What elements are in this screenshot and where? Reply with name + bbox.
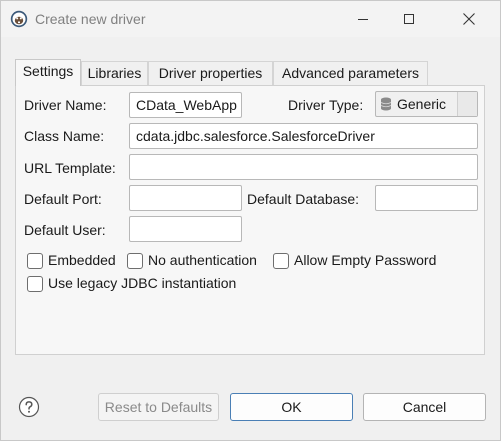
- class-name-input[interactable]: cdata.jdbc.salesforce.SalesforceDriver: [129, 123, 478, 149]
- driver-type-value: Generic: [397, 96, 447, 112]
- reset-to-defaults-button[interactable]: Reset to Defaults: [98, 393, 219, 421]
- default-database-input[interactable]: [375, 185, 478, 211]
- database-icon: [380, 97, 392, 111]
- allow-empty-password-checkbox[interactable]: [273, 253, 289, 269]
- allow-empty-password-label: Allow Empty Password: [294, 252, 437, 268]
- tab-libraries-label: Libraries: [87, 65, 142, 81]
- close-icon: [463, 13, 475, 25]
- dropdown-arrow[interactable]: [457, 92, 477, 116]
- class-name-label: Class Name:: [24, 128, 105, 144]
- tab-settings[interactable]: Settings: [15, 59, 81, 86]
- legacy-jdbc-checkbox[interactable]: [27, 276, 43, 292]
- default-port-input[interactable]: [129, 185, 242, 211]
- tab-driver-properties[interactable]: Driver properties: [148, 61, 273, 85]
- tab-settings-label: Settings: [22, 63, 74, 79]
- window-title: Create new driver: [35, 11, 146, 27]
- cancel-button[interactable]: Cancel: [363, 393, 486, 421]
- url-template-input[interactable]: [129, 154, 478, 180]
- help-icon[interactable]: [18, 396, 40, 418]
- embedded-label: Embedded: [48, 252, 116, 268]
- dbeaver-app-icon: [10, 10, 28, 28]
- create-driver-dialog: Create new driver Settings Libraries Dri…: [0, 0, 501, 441]
- driver-name-input[interactable]: CData_WebApp: [129, 92, 242, 118]
- driver-name-label: Driver Name:: [24, 97, 107, 113]
- url-template-label: URL Template:: [24, 160, 116, 176]
- tab-driver-properties-label: Driver properties: [158, 65, 263, 81]
- tab-libraries[interactable]: Libraries: [81, 61, 148, 85]
- tab-advanced-parameters-label: Advanced parameters: [282, 65, 419, 81]
- embedded-checkbox-row[interactable]: Embedded: [27, 252, 127, 270]
- maximize-icon: [404, 14, 414, 24]
- no-authentication-checkbox[interactable]: [127, 253, 143, 269]
- embedded-checkbox[interactable]: [27, 253, 43, 269]
- driver-type-label: Driver Type:: [288, 97, 364, 113]
- driver-type-select[interactable]: Generic: [375, 91, 478, 117]
- no-authentication-label: No authentication: [148, 252, 257, 268]
- legacy-jdbc-label: Use legacy JDBC instantiation: [48, 275, 237, 291]
- settings-panel: Driver Name: CData_WebApp Driver Type: G…: [15, 85, 485, 355]
- ok-button[interactable]: OK: [230, 393, 353, 421]
- title-bar[interactable]: Create new driver: [1, 1, 500, 37]
- allow-empty-password-checkbox-row[interactable]: Allow Empty Password: [273, 252, 448, 270]
- no-authentication-checkbox-row[interactable]: No authentication: [127, 252, 272, 270]
- tab-advanced-parameters[interactable]: Advanced parameters: [273, 61, 428, 85]
- default-port-label: Default Port:: [24, 191, 102, 207]
- default-user-label: Default User:: [24, 222, 106, 238]
- maximize-button[interactable]: [386, 1, 432, 37]
- minimize-button[interactable]: [340, 1, 386, 37]
- default-database-label: Default Database:: [247, 191, 360, 207]
- minimize-icon: [358, 19, 368, 20]
- legacy-jdbc-checkbox-row[interactable]: Use legacy JDBC instantiation: [27, 275, 257, 293]
- default-user-input[interactable]: [129, 216, 242, 242]
- close-button[interactable]: [446, 1, 492, 37]
